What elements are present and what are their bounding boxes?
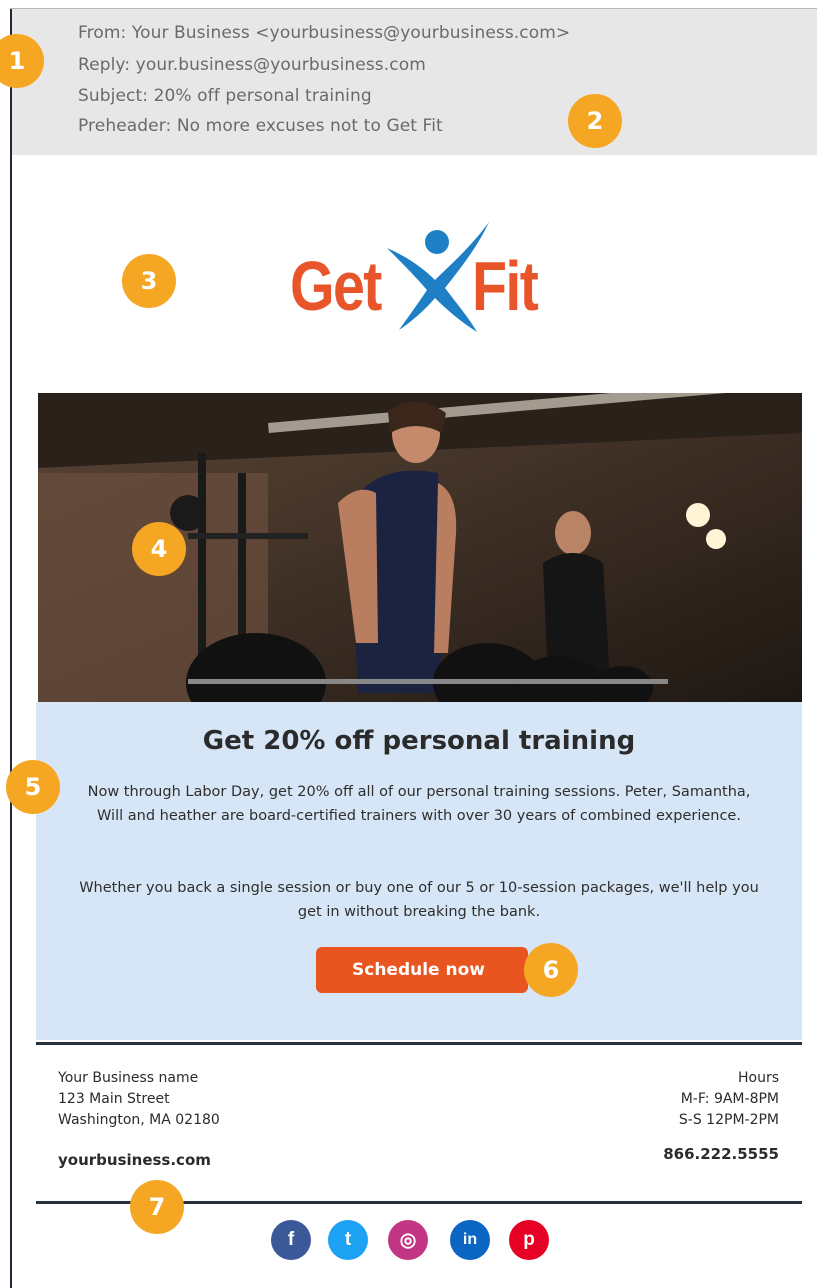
frame-edge [10, 8, 12, 1288]
pinterest-icon[interactable]: p [509, 1220, 549, 1260]
twitter-icon[interactable]: t [328, 1220, 368, 1260]
hours-weekday: M-F: 9AM-8PM [680, 1091, 779, 1107]
street-address: 123 Main Street [58, 1091, 170, 1107]
callout-badge-5: 5 [6, 760, 60, 814]
promo-paragraph-2: Whether you back a single session or buy… [79, 880, 759, 920]
logo-word-get: Get [290, 247, 382, 325]
linkedin-icon[interactable]: in [450, 1220, 490, 1260]
preheader-line: Preheader: No more excuses not to Get Fi… [78, 116, 443, 136]
promo-paragraph-1: Now through Labor Day, get 20% off all o… [87, 784, 751, 824]
instagram-icon[interactable]: ◎ [388, 1220, 428, 1260]
callout-badge-4: 4 [132, 522, 186, 576]
footer-address: Your Business name 123 Main Street Washi… [58, 1068, 220, 1131]
business-name: Your Business name [58, 1070, 199, 1086]
callout-badge-3: 3 [122, 254, 176, 308]
promo-panel: Get 20% off personal training Now throug… [36, 702, 802, 1040]
schedule-now-button[interactable]: Schedule now [316, 947, 528, 993]
callout-badge-2: 2 [568, 94, 622, 148]
promo-title: Get 20% off personal training [202, 726, 636, 756]
phone-number[interactable]: 866.222.5555 [663, 1144, 779, 1165]
email-header: From: Your Business <yourbusiness@yourbu… [12, 9, 817, 155]
city-address: Washington, MA 02180 [58, 1112, 220, 1128]
from-line: From: Your Business <yourbusiness@yourbu… [78, 23, 571, 43]
reply-line: Reply: your.business@yourbusiness.com [78, 55, 426, 75]
logo-word-fit: Fit [472, 247, 539, 325]
get-fit-logo[interactable]: Get Fit [290, 218, 560, 338]
subject-line: Subject: 20% off personal training [78, 86, 372, 106]
footer-divider-top [36, 1042, 802, 1045]
footer-hours: Hours M-F: 9AM-8PM S-S 12PM-2PM [679, 1068, 779, 1131]
callout-badge-6: 6 [524, 943, 578, 997]
hours-label: Hours [737, 1070, 779, 1086]
hours-weekend: S-S 12PM-2PM [678, 1112, 779, 1128]
website-link[interactable]: yourbusiness.com [58, 1150, 211, 1171]
facebook-icon[interactable]: f [271, 1220, 311, 1260]
callout-badge-7: 7 [130, 1180, 184, 1234]
